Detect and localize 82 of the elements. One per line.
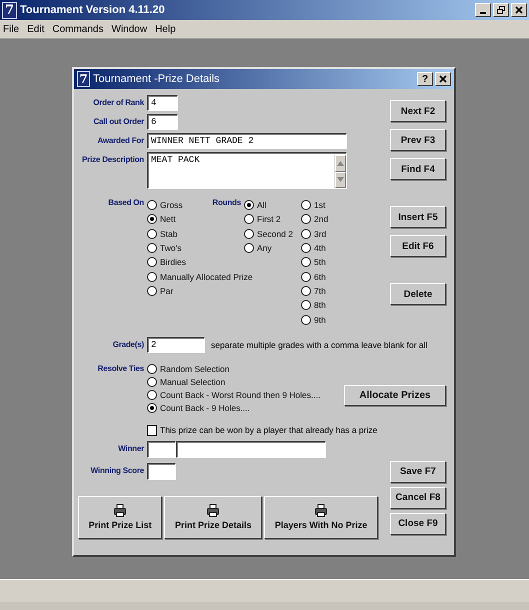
radio-option[interactable]: 1st (301, 198, 386, 212)
field-label: Order of Rank (92, 97, 144, 107)
action-button[interactable]: Close F9 (390, 512, 446, 535)
field-label: Winner (117, 442, 144, 453)
radio-option[interactable]: First 2 (244, 212, 298, 227)
up-arrow-icon (337, 160, 344, 166)
radio-option[interactable]: 5th (301, 255, 386, 270)
side-button[interactable]: Next F2 (390, 100, 446, 122)
scroll-up-button[interactable] (335, 155, 346, 172)
print-button[interactable]: Players With No Prize (264, 496, 378, 539)
radio-option[interactable]: Two's (147, 240, 205, 256)
field-label: Winning Score (90, 464, 144, 475)
allocate-prizes-button[interactable]: Allocate Prizes (344, 384, 446, 406)
printer-icon (315, 504, 328, 518)
radio-option[interactable]: Manual Selection (147, 376, 320, 387)
menu-item[interactable]: Commands (52, 24, 104, 34)
side-button[interactable]: Insert F5 (390, 206, 446, 228)
restore-button[interactable] (493, 3, 509, 17)
radio-option[interactable]: Gross (147, 198, 205, 212)
input-field[interactable] (147, 440, 176, 458)
radio-option[interactable]: Second 2 (244, 226, 298, 241)
help-button[interactable]: ? (417, 72, 433, 86)
radio-option[interactable]: Count Back - 9 Holes.... (147, 402, 320, 413)
app-logo: 7 (2, 2, 17, 18)
field-label: Based On (107, 198, 144, 209)
field-label: Resolve Ties (96, 364, 144, 373)
radio-option[interactable]: 8th (301, 298, 386, 312)
field-label: Prize Description (81, 154, 144, 164)
down-arrow-icon (337, 177, 344, 182)
radio-option[interactable]: Par (147, 284, 298, 298)
menu-item[interactable]: Edit (27, 24, 44, 34)
radio-option[interactable]: Birdies (147, 255, 298, 270)
text-area-value: MEAT PACK (151, 155, 200, 167)
hint-text: separate multiple grades with a comma leave blank for all (211, 338, 428, 350)
side-button[interactable]: Delete (390, 283, 446, 305)
radio-option[interactable]: 6th (301, 269, 386, 284)
field-label: Grade(s) (112, 338, 144, 349)
radio-option[interactable]: Any (244, 240, 298, 256)
printer-icon (114, 504, 126, 518)
side-button[interactable]: Find F4 (390, 158, 446, 180)
text-area[interactable]: MEAT PACK (147, 152, 347, 189)
menu-item[interactable]: File (3, 24, 20, 34)
window-title: Tournament Version 4.11.20 (20, 4, 165, 16)
radio-option[interactable]: 4th (301, 240, 386, 256)
scroll-down-button[interactable] (335, 172, 346, 188)
radio-option[interactable]: Manually Allocated Prize (147, 269, 298, 284)
input-field[interactable]: WINNER NETT GRADE 2 (147, 133, 347, 149)
side-button[interactable]: Prev F3 (390, 129, 446, 151)
radio-option[interactable]: 7th (301, 284, 386, 298)
radio-option[interactable]: 9th (301, 312, 386, 327)
restore-icon (497, 6, 505, 14)
menu-item[interactable]: Window (112, 24, 148, 34)
radio-option[interactable]: 3rd (301, 226, 386, 241)
menu-item[interactable]: Help (155, 24, 176, 34)
printer-icon (207, 504, 220, 518)
print-button[interactable]: Print Prize List (78, 496, 162, 539)
radio-option[interactable]: 2nd (301, 212, 386, 227)
input-field[interactable]: 2 (147, 336, 205, 353)
input-field[interactable]: 6 (147, 114, 178, 130)
close-icon (515, 6, 523, 14)
field-label: Call out Order (92, 116, 144, 126)
dialog-logo: 7 (77, 71, 90, 87)
checkbox-option[interactable]: This prize can be won by a player that already has a prize (147, 424, 378, 436)
dialog-title: Tournament -Prize Details (93, 73, 220, 85)
action-button[interactable]: Save F7 (390, 460, 446, 483)
field-label: Rounds (211, 198, 241, 209)
radio-option[interactable]: Nett (147, 212, 205, 227)
field-label: Awarded For (96, 135, 144, 145)
side-button[interactable]: Edit F6 (390, 235, 446, 257)
print-button[interactable]: Print Prize Details (164, 496, 262, 539)
radio-option[interactable]: Count Back - Worst Round then 9 Holes.... (147, 390, 320, 400)
input-field[interactable] (147, 462, 176, 480)
radio-option[interactable]: Random Selection (147, 364, 320, 374)
close-button[interactable] (435, 72, 451, 86)
close-icon (439, 75, 447, 83)
input-field[interactable]: 4 (147, 95, 178, 111)
input-field[interactable] (176, 440, 326, 458)
action-button[interactable]: Cancel F8 (390, 486, 446, 509)
radio-option[interactable]: Stab (147, 226, 205, 241)
radio-option[interactable]: All (244, 198, 298, 212)
minimize-button[interactable] (475, 3, 491, 17)
close-button[interactable] (511, 3, 527, 17)
